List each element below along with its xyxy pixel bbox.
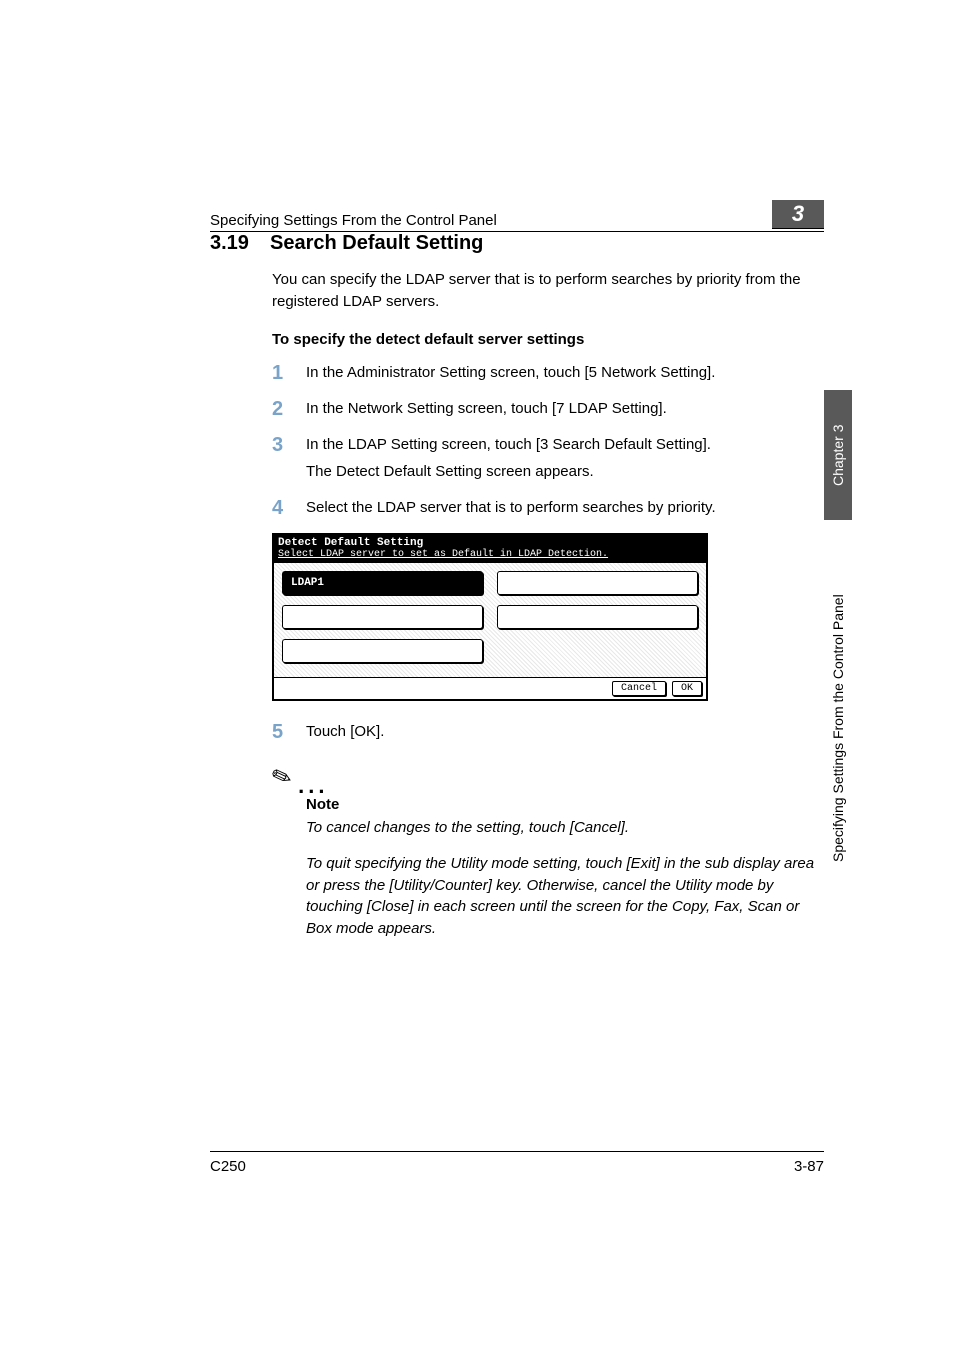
pen-icon: ✎ <box>268 760 297 794</box>
step-number: 3 <box>272 434 306 484</box>
ldap-slot-4[interactable] <box>497 605 698 629</box>
running-header: Specifying Settings From the Control Pan… <box>210 200 824 232</box>
procedure-heading: To specify the detect default server set… <box>272 331 824 348</box>
section-title: Search Default Setting <box>270 232 483 254</box>
page-footer: C250 3-87 <box>210 1151 824 1175</box>
step-text: Select the LDAP server that is to perfor… <box>306 497 824 519</box>
note-icon-row: ✎ ... <box>272 763 824 792</box>
step-2: 2 In the Network Setting screen, touch [… <box>272 398 824 420</box>
step-text: Touch [OK]. <box>306 721 824 743</box>
screenshot-title: Detect Default Setting <box>274 535 706 549</box>
section-intro: You can specify the LDAP server that is … <box>272 269 824 313</box>
section-heading: 3.19Search Default Setting <box>210 232 824 255</box>
ldap-slot-5[interactable] <box>282 639 483 663</box>
step-text: In the Network Setting screen, touch [7 … <box>306 398 824 420</box>
side-tab-title: Specifying Settings From the Control Pan… <box>824 528 852 928</box>
note-paragraph-1: To cancel changes to the setting, touch … <box>306 817 824 839</box>
screenshot-cancel-button[interactable]: Cancel <box>612 681 666 696</box>
step-text: In the Administrator Setting screen, tou… <box>306 362 824 384</box>
step-number: 2 <box>272 398 306 420</box>
chapter-number-box: 3 <box>772 200 824 229</box>
screenshot-ok-button[interactable]: OK <box>672 681 702 696</box>
footer-page-number: 3-87 <box>794 1158 824 1175</box>
ellipsis-icon: ... <box>298 779 328 792</box>
step-number: 1 <box>272 362 306 384</box>
step-subtext: The Detect Default Setting screen appear… <box>306 461 824 483</box>
section-number: 3.19 <box>210 232 270 255</box>
step-5: 5 Touch [OK]. <box>272 721 824 743</box>
step-4: 4 Select the LDAP server that is to perf… <box>272 497 824 519</box>
step-number: 5 <box>272 721 306 743</box>
note-label: Note <box>306 796 824 813</box>
embedded-screenshot: Detect Default Setting Select LDAP serve… <box>272 533 708 701</box>
ldap-slot-2[interactable] <box>497 571 698 595</box>
step-number: 4 <box>272 497 306 519</box>
note-paragraph-2: To quit specifying the Utility mode sett… <box>306 853 824 940</box>
running-header-text: Specifying Settings From the Control Pan… <box>210 212 772 229</box>
step-3: 3 In the LDAP Setting screen, touch [3 S… <box>272 434 824 484</box>
step-1: 1 In the Administrator Setting screen, t… <box>272 362 824 384</box>
side-tab-chapter: Chapter 3 <box>824 390 852 520</box>
footer-model: C250 <box>210 1158 246 1175</box>
ldap-slot-3[interactable] <box>282 605 483 629</box>
step-text: In the LDAP Setting screen, touch [3 Sea… <box>306 434 824 456</box>
screenshot-subtitle: Select LDAP server to set as Default in … <box>274 549 706 563</box>
ldap-slot-1[interactable]: LDAP1 <box>282 571 483 595</box>
